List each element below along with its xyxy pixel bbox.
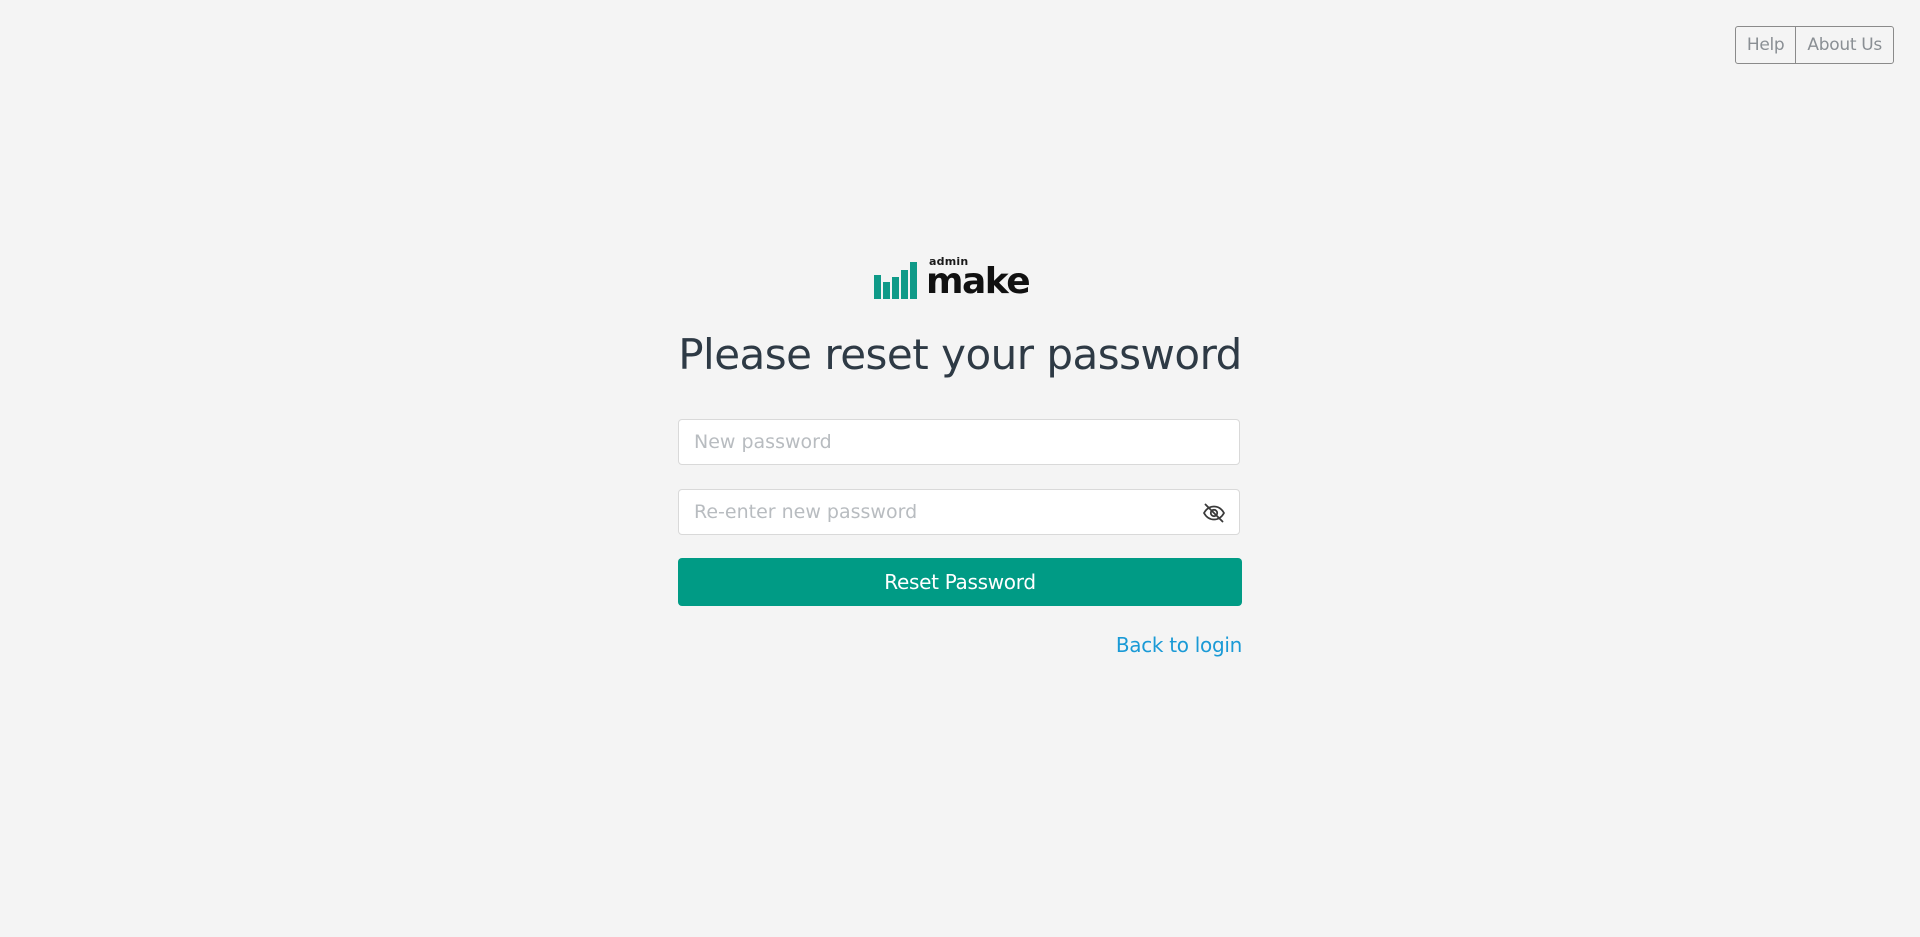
eye-off-icon[interactable]: [1202, 501, 1226, 525]
bar-chart-logo-icon: [874, 260, 919, 299]
new-password-input[interactable]: [679, 420, 1239, 464]
reset-password-button[interactable]: Reset Password: [678, 558, 1242, 606]
back-to-login-link[interactable]: Back to login: [1116, 633, 1242, 657]
new-password-field: [678, 419, 1240, 465]
top-nav: Help About Us: [1734, 26, 1894, 64]
confirm-password-input[interactable]: [679, 490, 1239, 534]
make-logo: admin make: [874, 255, 1046, 302]
about-us-link[interactable]: About Us: [1795, 27, 1893, 63]
page-title: Please reset your password: [678, 330, 1242, 379]
logo-wordmark: make: [926, 261, 1031, 302]
confirm-password-field: [678, 489, 1240, 535]
help-link[interactable]: Help: [1736, 27, 1796, 63]
